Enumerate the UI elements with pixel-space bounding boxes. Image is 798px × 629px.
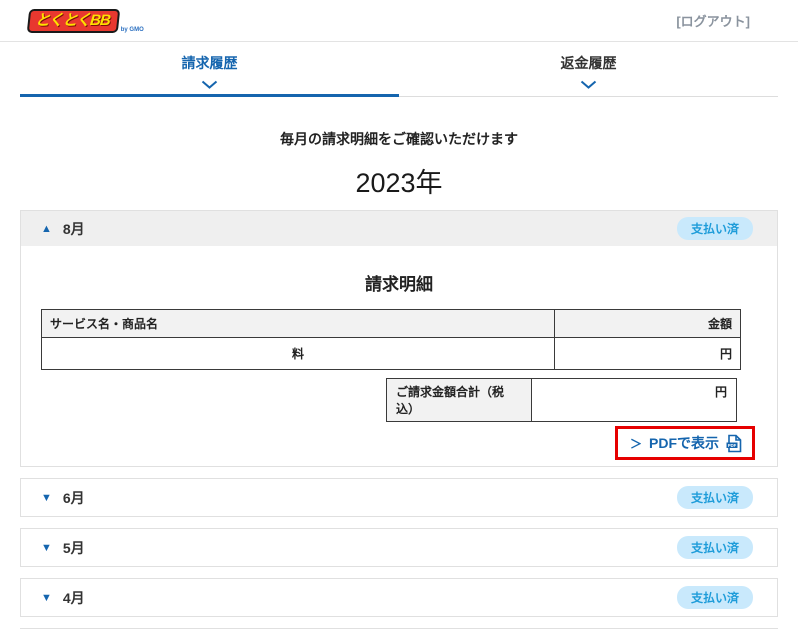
month-label: 8月 xyxy=(62,220,85,237)
expand-triangle-icon: ▼ xyxy=(41,591,52,604)
tab-label: 返金履歴 xyxy=(560,55,617,71)
logo-text: とくとくBB xyxy=(26,8,121,33)
table-row: 料 円 xyxy=(41,337,741,370)
tab-refund-history[interactable]: 返金履歴 xyxy=(399,42,778,97)
status-badge: 支払い済 xyxy=(676,586,753,609)
col-header-service: サービス名・商品名 xyxy=(41,309,555,338)
total-value: 円 xyxy=(532,378,737,422)
chevron-down-icon xyxy=(580,80,597,89)
status-badge: 支払い済 xyxy=(676,536,753,559)
logo-subtext: by GMO xyxy=(120,26,144,33)
month-header-left: ▲ 8月 xyxy=(41,219,85,239)
month-row-april[interactable]: ▼ 4月 支払い済 xyxy=(20,578,778,617)
billing-table: サービス名・商品名 金額 料 円 xyxy=(41,309,741,370)
amount-cell: 円 xyxy=(554,337,741,370)
month-row-june[interactable]: ▼ 6月 支払い済 xyxy=(20,478,778,517)
top-header: とくとくBB by GMO [ログアウト] xyxy=(0,0,798,42)
tab-bar: 請求履歴 返金履歴 xyxy=(20,42,778,97)
col-header-amount: 金額 xyxy=(554,309,741,338)
total-label: ご請求金額合計（税込） xyxy=(386,378,532,422)
pdf-row: ＞ PDFで表示 PDF xyxy=(41,426,755,460)
total-row: ご請求金額合計（税込） 円 xyxy=(41,378,737,422)
billing-history-page: { "header": { "logo_text": "とくとくBB", "lo… xyxy=(0,0,798,629)
month-label: 6月 xyxy=(62,489,85,506)
highlight-box: ＞ PDFで表示 PDF xyxy=(614,426,755,460)
pdf-view-link[interactable]: ＞ PDFで表示 PDF xyxy=(630,433,742,453)
expand-triangle-icon: ▼ xyxy=(41,491,52,504)
intro-text: 毎月の請求明細をご確認いただけます xyxy=(280,131,518,147)
status-badge: 支払い済 xyxy=(676,217,753,240)
collapse-triangle-icon: ▲ xyxy=(41,222,52,235)
month-row-may[interactable]: ▼ 5月 支払い済 xyxy=(20,528,778,567)
billing-detail-title: 請求明細 xyxy=(365,275,433,294)
month-header-left: ▼ 4月 xyxy=(41,588,85,608)
tokutokubb-logo[interactable]: とくとくBB by GMO xyxy=(26,8,144,33)
month-label: 4月 xyxy=(62,589,85,606)
tab-billing-history[interactable]: 請求履歴 xyxy=(20,42,399,97)
expand-triangle-icon: ▼ xyxy=(41,541,52,554)
tab-label: 請求履歴 xyxy=(181,55,238,71)
table-header-row: サービス名・商品名 金額 xyxy=(41,309,741,338)
link-arrow-icon: ＞ xyxy=(629,436,642,451)
year-title: 2023年 xyxy=(355,168,443,198)
month-header-left: ▼ 5月 xyxy=(41,538,85,558)
status-badge: 支払い済 xyxy=(676,486,753,509)
pdf-link-label: PDFで表示 xyxy=(649,435,719,451)
billing-detail-body: 請求明細 サービス名・商品名 金額 料 円 ご請求金額合計（税込） 円 ＞ PD… xyxy=(21,270,777,466)
month-row-august[interactable]: ▲ 8月 支払い済 xyxy=(21,211,777,246)
pdf-icon: PDF xyxy=(726,434,742,452)
logout-link[interactable]: [ログアウト] xyxy=(676,11,750,30)
month-header-left: ▼ 6月 xyxy=(41,488,85,508)
chevron-down-icon xyxy=(201,80,218,89)
svg-text:PDF: PDF xyxy=(728,442,737,447)
month-label: 5月 xyxy=(62,539,85,556)
month-panel-august: ▲ 8月 支払い済 請求明細 サービス名・商品名 金額 料 円 ご請求金額合計（… xyxy=(20,210,778,467)
service-name-cell: 料 xyxy=(41,337,555,370)
